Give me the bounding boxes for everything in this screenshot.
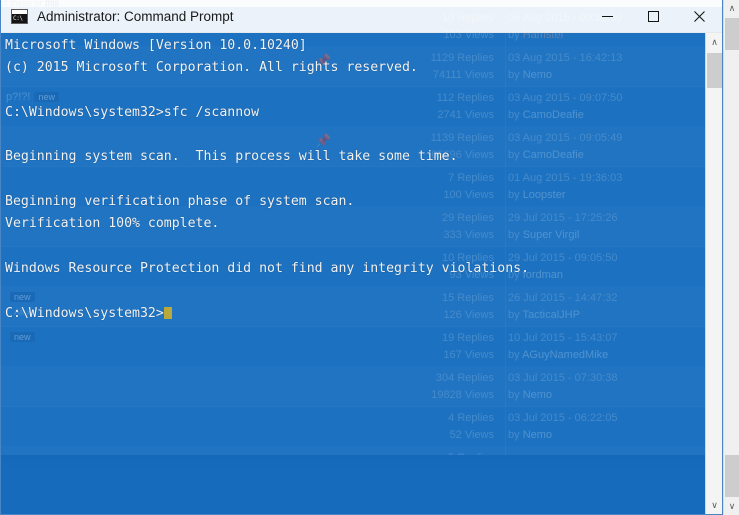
page-scroll-thumb[interactable] xyxy=(725,18,739,50)
console-scroll-down-arrow[interactable]: ∨ xyxy=(706,496,722,514)
page-scroll-thumb-lower[interactable] xyxy=(725,455,739,497)
text-cursor xyxy=(163,306,172,319)
command-prompt-window[interactable]: Administrator: Command Prompt Microsoft … xyxy=(0,0,723,515)
page-scroll-down-arrow[interactable]: ∨ xyxy=(724,498,739,515)
console-text: Microsoft Windows [Version 10.0.10240] (c… xyxy=(5,35,722,325)
console-line: Verification 100% complete. xyxy=(5,216,220,232)
console-line: C:\Windows\system32>sfc /scannow xyxy=(5,104,260,120)
window-controls xyxy=(584,0,722,33)
console-scroll-thumb[interactable] xyxy=(707,53,722,88)
console-output-area[interactable]: Microsoft Windows [Version 10.0.10240] (c… xyxy=(1,33,722,514)
console-line: Microsoft Windows [Version 10.0.10240] xyxy=(5,38,307,53)
page-scrollbar[interactable]: ∧ ∨ xyxy=(723,0,739,515)
console-line: Windows Resource Protection did not find… xyxy=(5,260,530,276)
window-title: Administrator: Command Prompt xyxy=(37,8,234,24)
console-scroll-up-arrow[interactable]: ∧ xyxy=(706,33,722,51)
close-button[interactable] xyxy=(676,0,722,33)
maximize-button[interactable] xyxy=(630,0,676,33)
command-prompt-icon xyxy=(11,8,28,24)
console-prompt-line: C:\Windows\system32> xyxy=(5,303,722,325)
window-title-bar[interactable]: Administrator: Command Prompt xyxy=(1,0,722,33)
console-scrollbar[interactable]: ∧ ∨ xyxy=(705,33,722,514)
page-scroll-up-arrow[interactable]: ∧ xyxy=(724,0,739,17)
console-line: Beginning verification phase of system s… xyxy=(5,194,355,210)
console-line: Beginning system scan. This process will… xyxy=(5,149,458,165)
minimize-button[interactable] xyxy=(584,0,630,33)
console-line: (c) 2015 Microsoft Corporation. All righ… xyxy=(5,60,418,76)
